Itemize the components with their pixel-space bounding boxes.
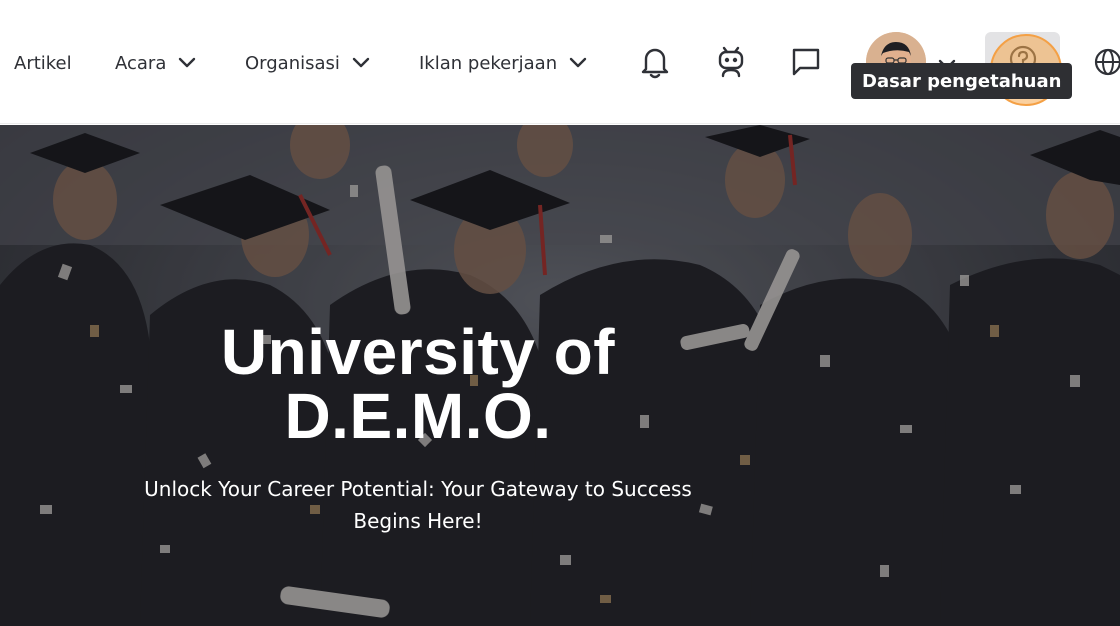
globe-icon	[1093, 47, 1120, 81]
hero-subtitle: Unlock Your Career Potential: Your Gatew…	[118, 473, 718, 537]
tooltip-label: Dasar pengetahuan	[862, 70, 1062, 92]
language-button[interactable]	[1088, 44, 1120, 84]
nav-artikel[interactable]: Artikel	[14, 50, 72, 76]
nav-acara[interactable]: Acara	[115, 50, 196, 76]
chevron-down-icon	[569, 57, 587, 69]
nav-iklan-pekerjaan-label: Iklan pekerjaan	[419, 52, 558, 74]
tooltip: Dasar pengetahuan	[851, 63, 1073, 99]
hero-banner: University of D.E.M.O. Unlock Your Caree…	[0, 125, 1120, 626]
hero-title-line2: D.E.M.O.	[284, 380, 552, 452]
chevron-down-icon	[178, 57, 196, 69]
bell-icon	[640, 45, 670, 83]
chat-icon	[791, 47, 821, 81]
hero-subtitle-line2: Begins Here!	[353, 509, 483, 533]
notifications-button[interactable]	[635, 44, 675, 84]
nav-organisasi[interactable]: Organisasi	[245, 50, 370, 76]
hero-subtitle-line1: Unlock Your Career Potential: Your Gatew…	[144, 477, 692, 501]
top-navigation: Artikel Acara Organisasi Iklan pekerjaan	[0, 0, 1120, 124]
nav-acara-label: Acara	[115, 52, 167, 74]
chevron-down-icon	[352, 57, 370, 69]
assistant-button[interactable]	[711, 44, 751, 84]
hero-title: University of D.E.M.O.	[118, 320, 718, 448]
robot-icon	[717, 46, 745, 82]
nav-organisasi-label: Organisasi	[245, 52, 340, 74]
hero-title-line1: University of	[220, 316, 616, 388]
messages-button[interactable]	[786, 44, 826, 84]
nav-iklan-pekerjaan[interactable]: Iklan pekerjaan	[419, 50, 587, 76]
nav-artikel-label: Artikel	[14, 52, 72, 74]
